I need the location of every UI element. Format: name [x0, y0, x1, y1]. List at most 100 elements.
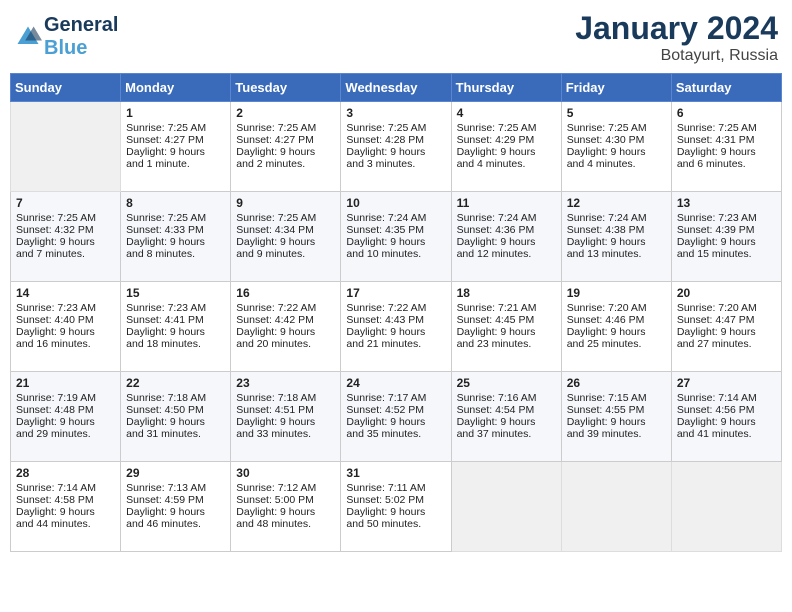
calendar-cell: 5 Sunrise: 7:25 AMSunset: 4:30 PMDaylight… [561, 102, 671, 192]
day-number: 31 [346, 466, 445, 480]
day-number: 19 [567, 286, 666, 300]
calendar-cell: 29Sunrise: 7:13 AMSunset: 4:59 PMDayligh… [121, 462, 231, 552]
cell-info: Sunrise: 7:22 AMSunset: 4:42 PMDaylight:… [236, 302, 335, 350]
day-number: 10 [346, 196, 445, 210]
cell-info: Sunrise: 7:25 AMSunset: 4:31 PMDaylight:… [677, 122, 776, 170]
calendar-cell: 7 Sunrise: 7:25 AMSunset: 4:32 PMDaylight… [11, 192, 121, 282]
calendar-table: SundayMondayTuesdayWednesdayThursdayFrid… [10, 73, 782, 552]
calendar-cell: 31 Sunrise: 7:11 AMSunset: 5:02 PMDayligh… [341, 462, 451, 552]
day-number: 16 [236, 286, 335, 300]
calendar-cell: 23 Sunrise: 7:18 AMSunset: 4:51 PMDayligh… [231, 372, 341, 462]
day-number: 20 [677, 286, 776, 300]
day-number: 23 [236, 376, 335, 390]
calendar-cell: 20 Sunrise: 7:20 AMSunset: 4:47 PMDayligh… [671, 282, 781, 372]
cell-info: Sunrise: 7:18 AMSunset: 4:51 PMDaylight:… [236, 392, 335, 440]
calendar-cell: 17Sunrise: 7:22 AMSunset: 4:43 PMDayligh… [341, 282, 451, 372]
location: Botayurt, Russia [575, 47, 778, 65]
calendar-cell: 22 Sunrise: 7:18 AMSunset: 4:50 PMDayligh… [121, 372, 231, 462]
cell-info: Sunrise: 7:25 AMSunset: 4:29 PMDaylight:… [457, 122, 556, 170]
weekday-header: Monday [121, 74, 231, 102]
cell-info: Sunrise: 7:12 AMSunset: 5:00 PMDaylight:… [236, 482, 335, 530]
calendar-cell: 26 Sunrise: 7:15 AMSunset: 4:55 PMDayligh… [561, 372, 671, 462]
cell-info: Sunrise: 7:23 AMSunset: 4:39 PMDaylight:… [677, 212, 776, 260]
weekday-header: Thursday [451, 74, 561, 102]
cell-info: Sunrise: 7:24 AMSunset: 4:36 PMDaylight:… [457, 212, 556, 260]
day-number: 12 [567, 196, 666, 210]
calendar-cell: 13 Sunrise: 7:23 AMSunset: 4:39 PMDayligh… [671, 192, 781, 282]
calendar-cell [451, 462, 561, 552]
calendar-cell: 3 Sunrise: 7:25 AMSunset: 4:28 PMDaylight… [341, 102, 451, 192]
day-number: 22 [126, 376, 225, 390]
month-title: January 2024 [575, 10, 778, 47]
title-block: January 2024 Botayurt, Russia [575, 10, 778, 65]
calendar-week-row: 28Sunrise: 7:14 AMSunset: 4:58 PMDayligh… [11, 462, 782, 552]
day-number: 3 [346, 106, 445, 120]
calendar-cell: 4Sunrise: 7:25 AMSunset: 4:29 PMDaylight… [451, 102, 561, 192]
calendar-cell [671, 462, 781, 552]
weekday-header: Wednesday [341, 74, 451, 102]
calendar-cell: 8 Sunrise: 7:25 AMSunset: 4:33 PMDaylight… [121, 192, 231, 282]
cell-info: Sunrise: 7:14 AMSunset: 4:58 PMDaylight:… [16, 482, 115, 530]
calendar-week-row: 1 Sunrise: 7:25 AMSunset: 4:27 PMDaylight… [11, 102, 782, 192]
cell-info: Sunrise: 7:20 AMSunset: 4:46 PMDaylight:… [567, 302, 666, 350]
day-number: 5 [567, 106, 666, 120]
calendar-cell: 18Sunrise: 7:21 AMSunset: 4:45 PMDayligh… [451, 282, 561, 372]
day-number: 14 [16, 286, 115, 300]
calendar-week-row: 7 Sunrise: 7:25 AMSunset: 4:32 PMDaylight… [11, 192, 782, 282]
calendar-cell: 16 Sunrise: 7:22 AMSunset: 4:42 PMDayligh… [231, 282, 341, 372]
cell-info: Sunrise: 7:20 AMSunset: 4:47 PMDaylight:… [677, 302, 776, 350]
calendar-cell [561, 462, 671, 552]
cell-info: Sunrise: 7:21 AMSunset: 4:45 PMDaylight:… [457, 302, 556, 350]
cell-info: Sunrise: 7:14 AMSunset: 4:56 PMDaylight:… [677, 392, 776, 440]
cell-info: Sunrise: 7:25 AMSunset: 4:27 PMDaylight:… [126, 122, 225, 170]
calendar-cell: 28Sunrise: 7:14 AMSunset: 4:58 PMDayligh… [11, 462, 121, 552]
calendar-cell: 10 Sunrise: 7:24 AMSunset: 4:35 PMDayligh… [341, 192, 451, 282]
weekday-header-row: SundayMondayTuesdayWednesdayThursdayFrid… [11, 74, 782, 102]
cell-info: Sunrise: 7:23 AMSunset: 4:41 PMDaylight:… [126, 302, 225, 350]
calendar-cell: 19 Sunrise: 7:20 AMSunset: 4:46 PMDayligh… [561, 282, 671, 372]
page-header: General Blue January 2024 Botayurt, Russ… [10, 10, 782, 65]
weekday-header: Sunday [11, 74, 121, 102]
day-number: 15 [126, 286, 225, 300]
logo-text: General Blue [44, 14, 118, 60]
day-number: 9 [236, 196, 335, 210]
cell-info: Sunrise: 7:25 AMSunset: 4:34 PMDaylight:… [236, 212, 335, 260]
day-number: 7 [16, 196, 115, 210]
calendar-cell: 24Sunrise: 7:17 AMSunset: 4:52 PMDayligh… [341, 372, 451, 462]
cell-info: Sunrise: 7:25 AMSunset: 4:28 PMDaylight:… [346, 122, 445, 170]
calendar-cell: 27Sunrise: 7:14 AMSunset: 4:56 PMDayligh… [671, 372, 781, 462]
calendar-cell [11, 102, 121, 192]
day-number: 26 [567, 376, 666, 390]
cell-info: Sunrise: 7:18 AMSunset: 4:50 PMDaylight:… [126, 392, 225, 440]
cell-info: Sunrise: 7:25 AMSunset: 4:27 PMDaylight:… [236, 122, 335, 170]
calendar-cell: 9 Sunrise: 7:25 AMSunset: 4:34 PMDaylight… [231, 192, 341, 282]
cell-info: Sunrise: 7:25 AMSunset: 4:32 PMDaylight:… [16, 212, 115, 260]
calendar-cell: 11Sunrise: 7:24 AMSunset: 4:36 PMDayligh… [451, 192, 561, 282]
day-number: 8 [126, 196, 225, 210]
logo-icon [14, 23, 42, 51]
cell-info: Sunrise: 7:11 AMSunset: 5:02 PMDaylight:… [346, 482, 445, 530]
cell-info: Sunrise: 7:24 AMSunset: 4:35 PMDaylight:… [346, 212, 445, 260]
calendar-cell: 12 Sunrise: 7:24 AMSunset: 4:38 PMDayligh… [561, 192, 671, 282]
cell-info: Sunrise: 7:19 AMSunset: 4:48 PMDaylight:… [16, 392, 115, 440]
weekday-header: Saturday [671, 74, 781, 102]
cell-info: Sunrise: 7:15 AMSunset: 4:55 PMDaylight:… [567, 392, 666, 440]
cell-info: Sunrise: 7:24 AMSunset: 4:38 PMDaylight:… [567, 212, 666, 260]
calendar-cell: 6Sunrise: 7:25 AMSunset: 4:31 PMDaylight… [671, 102, 781, 192]
day-number: 17 [346, 286, 445, 300]
day-number: 25 [457, 376, 556, 390]
calendar-cell: 14 Sunrise: 7:23 AMSunset: 4:40 PMDayligh… [11, 282, 121, 372]
calendar-cell: 2 Sunrise: 7:25 AMSunset: 4:27 PMDaylight… [231, 102, 341, 192]
cell-info: Sunrise: 7:25 AMSunset: 4:30 PMDaylight:… [567, 122, 666, 170]
day-number: 1 [126, 106, 225, 120]
cell-info: Sunrise: 7:13 AMSunset: 4:59 PMDaylight:… [126, 482, 225, 530]
day-number: 13 [677, 196, 776, 210]
day-number: 2 [236, 106, 335, 120]
cell-info: Sunrise: 7:16 AMSunset: 4:54 PMDaylight:… [457, 392, 556, 440]
cell-info: Sunrise: 7:23 AMSunset: 4:40 PMDaylight:… [16, 302, 115, 350]
cell-info: Sunrise: 7:25 AMSunset: 4:33 PMDaylight:… [126, 212, 225, 260]
calendar-cell: 25 Sunrise: 7:16 AMSunset: 4:54 PMDayligh… [451, 372, 561, 462]
calendar-week-row: 21Sunrise: 7:19 AMSunset: 4:48 PMDayligh… [11, 372, 782, 462]
calendar-cell: 21Sunrise: 7:19 AMSunset: 4:48 PMDayligh… [11, 372, 121, 462]
weekday-header: Friday [561, 74, 671, 102]
